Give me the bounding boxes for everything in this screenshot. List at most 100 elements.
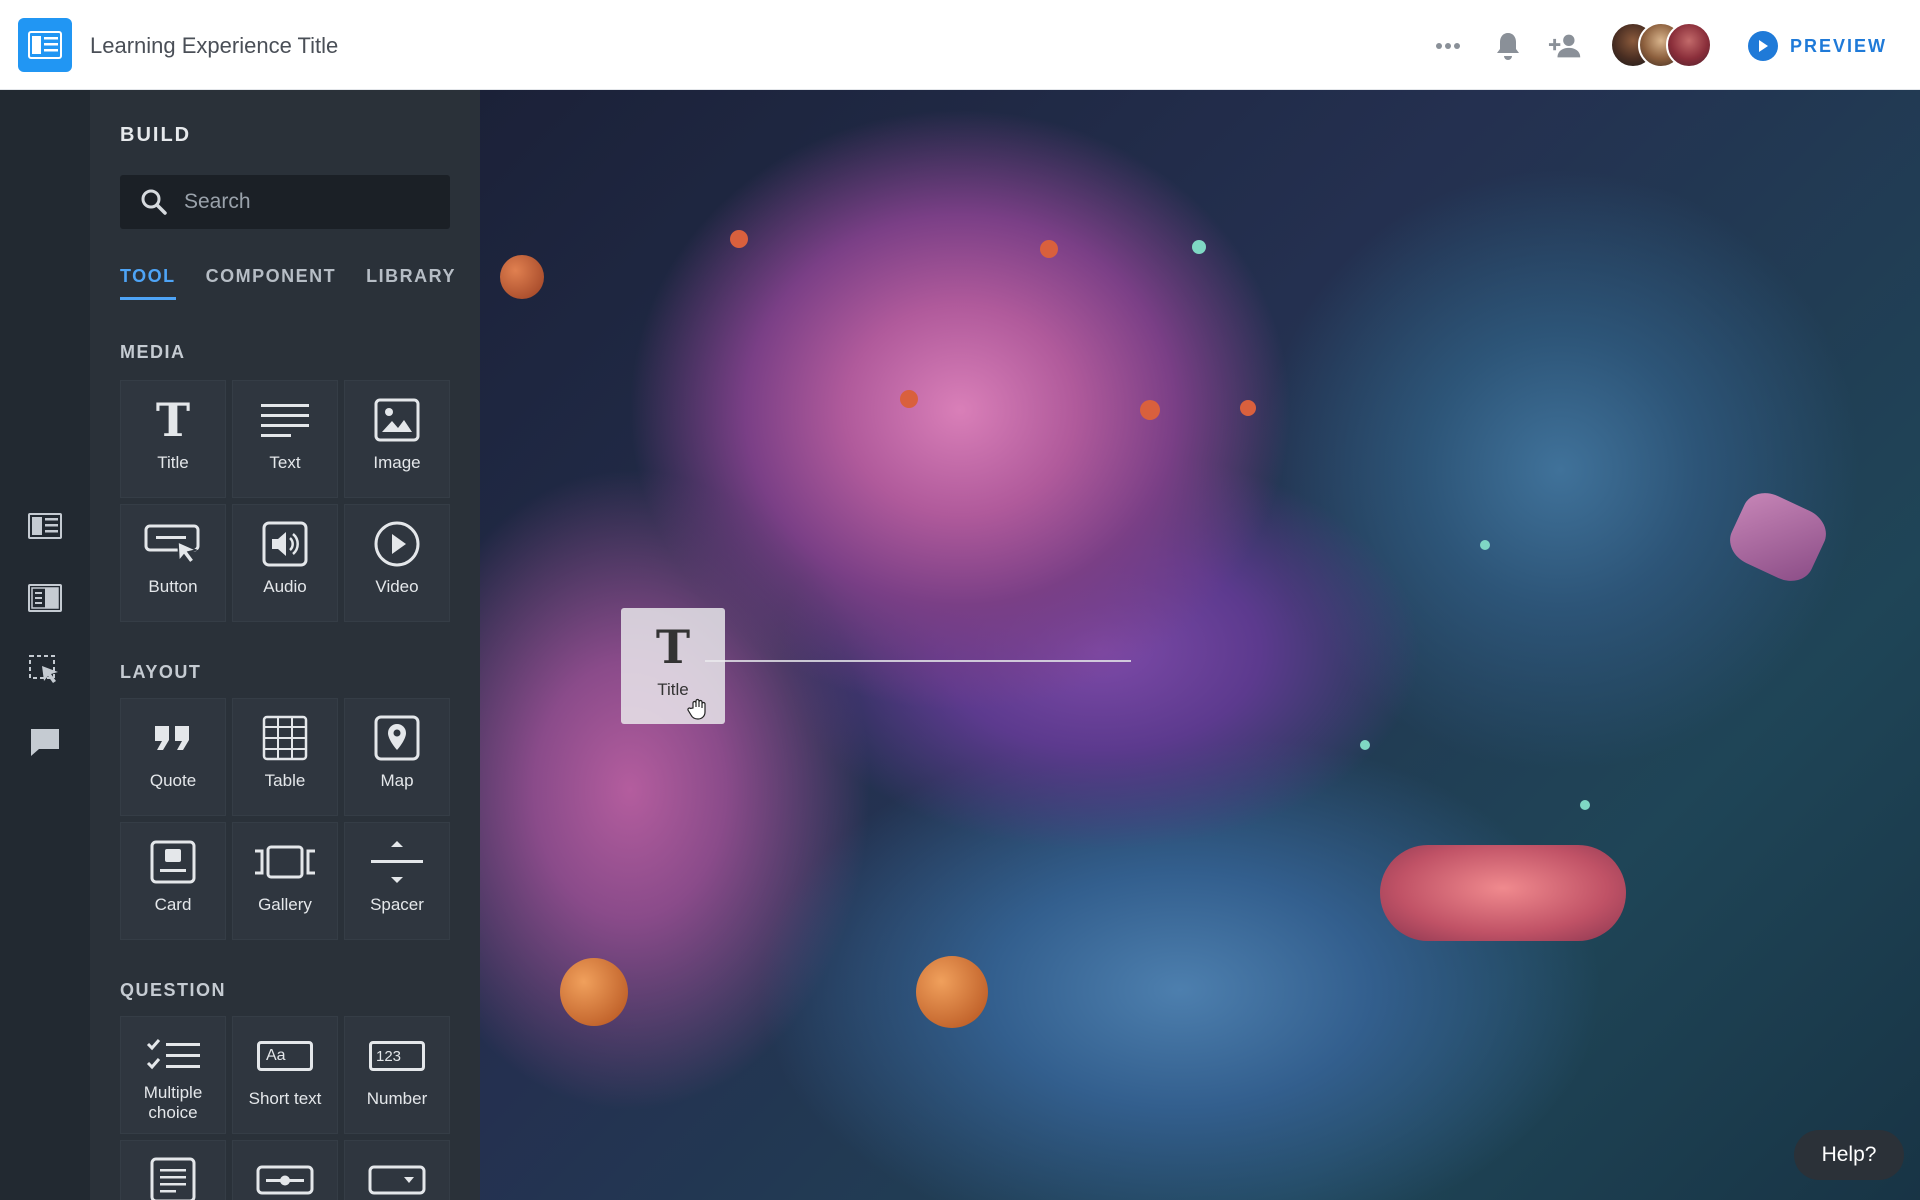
collaborator-avatars[interactable] [1610,22,1720,68]
tool-title[interactable]: T Title [120,380,226,498]
cell-particle [1480,540,1490,550]
tool-map[interactable]: Map [344,698,450,816]
map-pin-icon [374,713,420,763]
tab-tool[interactable]: TOOL [120,266,176,300]
cell-particle [1380,845,1626,941]
media-tool-grid: T Title Text Image Button Audio Video [120,380,450,622]
tool-label: Button [148,577,198,596]
tool-quote[interactable]: Quote [120,698,226,816]
tool-label: Spacer [370,895,424,914]
dragging-title-tile[interactable]: T Title [621,608,725,724]
top-header: Learning Experience Title PREVIEW [0,0,1920,90]
search-icon [141,189,167,215]
preview-button[interactable]: PREVIEW [1748,30,1887,62]
page-title[interactable]: Learning Experience Title [90,33,338,59]
tool-label: Gallery [258,895,312,914]
cell-particle [500,255,544,299]
layout-tool-grid: Quote Table Map Card Gallery Spacer [120,698,450,940]
notification-bell-icon[interactable] [1490,28,1526,64]
section-layout-label: LAYOUT [120,662,202,682]
tool-audio[interactable]: Audio [232,504,338,622]
tool-button[interactable]: Button [120,504,226,622]
section-question-label: QUESTION [120,980,227,1000]
cell-particle [1040,240,1058,258]
avatar[interactable] [1666,22,1712,68]
tool-spacer[interactable]: Spacer [344,822,450,940]
tab-library[interactable]: LIBRARY [366,266,456,300]
cell-particle [900,390,918,408]
build-panel-title: BUILD [120,124,192,146]
book-panel-icon[interactable] [25,578,65,618]
spacer-icon [371,837,423,887]
comment-icon[interactable] [25,722,65,762]
cell-particle [1580,800,1590,810]
tool-gallery[interactable]: Gallery [232,822,338,940]
cell-particle [1240,400,1256,416]
drop-indicator-line [705,660,1131,662]
long-text-icon [150,1155,196,1200]
cell-particle [1360,740,1370,750]
tool-image[interactable]: Image [344,380,450,498]
button-cursor-icon [144,519,202,569]
canvas-background-image[interactable]: T Title Help? [480,90,1920,1200]
image-icon [374,395,420,445]
tool-label: Multiple choice [143,1083,203,1122]
tool-video[interactable]: Video [344,504,450,622]
search-input[interactable] [184,190,434,214]
tool-label: Title [157,453,189,472]
text-field-icon: Aa [257,1031,313,1081]
help-button[interactable]: Help? [1794,1130,1904,1180]
grab-cursor-icon [687,698,706,720]
tool-table[interactable]: Table [232,698,338,816]
speaker-icon [262,519,308,569]
text-lines-icon [261,395,309,445]
add-collaborator-icon[interactable] [1548,28,1584,64]
gallery-icon [253,837,317,887]
checklist-icon [146,1031,200,1081]
number-field-icon: 123 [369,1031,425,1081]
dragging-title-label: Title [657,680,689,699]
section-media-label: MEDIA [120,342,186,362]
tool-label: Quote [149,771,197,790]
cell-particle [730,230,748,248]
tool-card[interactable]: Card [120,822,226,940]
cell-particle [560,958,628,1026]
build-tabs: TOOL COMPONENT LIBRARY [120,266,480,300]
layout-blocks-icon[interactable] [25,506,65,546]
more-options-icon[interactable] [1430,28,1466,64]
tool-short-text[interactable]: Aa Short text [232,1016,338,1134]
preview-label: PREVIEW [1790,35,1888,56]
tool-number[interactable]: 123 Number [344,1016,450,1134]
tool-label: Card [154,895,192,914]
tool-label: Short text [248,1089,322,1108]
tool-text[interactable]: Text [232,380,338,498]
card-icon [150,837,196,887]
play-icon [1748,31,1778,61]
app-logo-icon[interactable] [18,18,72,72]
play-circle-icon [373,519,421,569]
title-icon: T [155,393,191,447]
search-box[interactable] [120,175,450,229]
tool-multiple-choice[interactable]: Multiple choice [120,1016,226,1134]
tool-label: Number [366,1089,428,1108]
quote-icon [153,713,193,763]
cell-particle [916,956,988,1028]
tool-label: Image [373,453,421,472]
question-tool-grid: Multiple choice Aa Short text 123 Number [120,1016,450,1200]
select-area-icon[interactable] [25,650,65,690]
left-rail [0,90,90,1200]
dropdown-icon [368,1155,426,1200]
tool-label: Table [264,771,306,790]
tool-label: Audio [263,577,307,596]
tab-component[interactable]: COMPONENT [206,266,337,300]
tool-label: Text [269,453,301,472]
cell-particle [1140,400,1160,420]
build-panel: BUILD TOOL COMPONENT LIBRARY MEDIA T Tit… [90,90,480,1200]
cell-particle [1722,484,1834,590]
tool-long-text[interactable] [120,1140,226,1200]
title-icon: T [655,620,691,674]
tool-label: Map [380,771,414,790]
tool-dropdown[interactable] [344,1140,450,1200]
tool-slider[interactable] [232,1140,338,1200]
slider-icon [256,1155,314,1200]
